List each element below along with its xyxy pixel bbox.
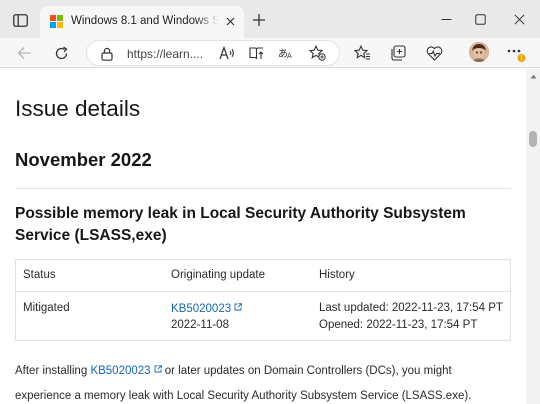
- description-text: After installing: [15, 365, 91, 377]
- originating-update-column-header: Originating update: [171, 269, 265, 281]
- svg-text:A: A: [287, 52, 292, 60]
- page-title: Issue details: [15, 96, 141, 121]
- last-updated: Last updated: 2022-11-23, 17:54 PT: [319, 302, 503, 314]
- update-link-cell: KB5020023: [171, 302, 242, 315]
- star-plus-icon[interactable]: [308, 44, 326, 62]
- opened-date: Opened: 2022-11-23, 17:54 PT: [319, 319, 478, 331]
- read-aloud-icon[interactable]: [218, 44, 236, 62]
- issue-table: Status Originating update History Mitiga…: [15, 259, 511, 341]
- address-bar[interactable]: https://learn.... あA: [86, 40, 340, 66]
- maximize-icon[interactable]: [471, 10, 489, 28]
- external-link-icon: [154, 358, 162, 383]
- refresh-icon[interactable]: [50, 42, 72, 64]
- tab-title: Windows 8.1 and Windows Server: [71, 15, 219, 27]
- microsoft-logo-icon: [50, 15, 63, 28]
- external-link-icon: [234, 302, 242, 314]
- url-text[interactable]: https://learn....: [127, 47, 203, 61]
- status-column-header: Status: [23, 269, 56, 281]
- scrollbar[interactable]: [526, 69, 540, 404]
- toolbar: https://learn.... あA: [0, 38, 540, 68]
- history-column-header: History: [319, 269, 355, 281]
- tab-bar: Windows 8.1 and Windows Server: [0, 0, 540, 38]
- tab-actions-icon[interactable]: [9, 10, 31, 30]
- kb-link-inline[interactable]: KB5020023: [90, 365, 150, 377]
- status-value: Mitigated: [23, 302, 70, 314]
- minimize-icon[interactable]: [437, 10, 455, 28]
- close-icon[interactable]: [223, 14, 237, 28]
- page-content: Issue details November 2022 Possible mem…: [0, 69, 526, 404]
- divider: [15, 188, 511, 189]
- scrollbar-thumb[interactable]: [529, 131, 537, 147]
- update-date: 2022-11-08: [171, 319, 229, 331]
- arrow-left-icon[interactable]: [13, 42, 35, 64]
- close-window-icon[interactable]: [510, 10, 528, 28]
- heartbeat-icon[interactable]: [423, 42, 445, 64]
- kb-link[interactable]: KB5020023: [171, 303, 231, 315]
- month-heading: November 2022: [15, 149, 152, 170]
- plus-icon[interactable]: [250, 11, 268, 29]
- favorites-icon[interactable]: [351, 42, 373, 64]
- collections-icon[interactable]: [387, 42, 409, 64]
- table-header-row: Status Originating update History: [16, 260, 510, 292]
- avatar[interactable]: [469, 42, 489, 62]
- translate-icon[interactable]: あA: [277, 44, 295, 62]
- immersive-reader-icon[interactable]: [248, 44, 266, 62]
- issue-title: Possible memory leak in Local Security A…: [15, 205, 466, 244]
- issue-description: After installing KB5020023 or later upda…: [15, 358, 511, 404]
- scroll-up-arrow-icon[interactable]: [529, 72, 537, 80]
- browser-tab[interactable]: Windows 8.1 and Windows Server: [40, 6, 244, 38]
- ellipsis-icon[interactable]: [505, 42, 527, 64]
- lock-icon[interactable]: [100, 46, 114, 61]
